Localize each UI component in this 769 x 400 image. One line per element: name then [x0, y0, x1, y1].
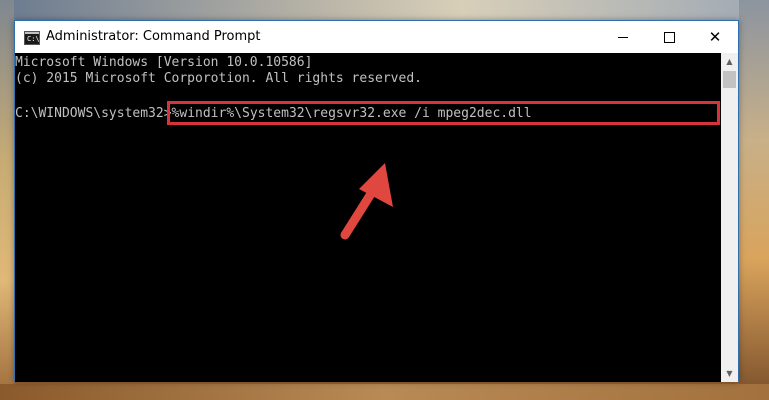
vertical-scrollbar[interactable]: ▲ ▼ — [721, 53, 738, 382]
cmd-icon[interactable]: C:\ — [24, 31, 40, 45]
close-button[interactable]: ✕ — [692, 21, 738, 53]
desktop-wallpaper-top — [0, 0, 769, 20]
pointer-arrow-icon — [340, 163, 393, 240]
desktop-wallpaper-right — [739, 0, 769, 400]
command-highlight-box — [167, 101, 720, 125]
desktop-wallpaper-bottom — [0, 384, 769, 400]
minimize-button[interactable] — [600, 21, 646, 53]
minimize-icon — [618, 36, 628, 38]
console-line-version: Microsoft Windows [Version 10.0.10586] — [15, 55, 313, 70]
scrollbar-thumb[interactable] — [723, 71, 736, 88]
scroll-down-icon[interactable]: ▼ — [721, 365, 738, 382]
close-icon: ✕ — [708, 27, 722, 46]
scroll-up-icon[interactable]: ▲ — [721, 53, 738, 70]
desktop-wallpaper-left — [0, 0, 14, 400]
window-title: Administrator: Command Prompt — [46, 29, 261, 44]
console-line-copyright: (c) 2015 Microsoft Corporotion. All righ… — [15, 71, 422, 86]
console-output[interactable]: Microsoft Windows [Version 10.0.10586] (… — [15, 53, 721, 382]
prompt-text: C:\WINDOWS\system32> — [15, 106, 172, 121]
title-bar[interactable]: C:\ Administrator: Command Prompt ✕ — [15, 21, 738, 53]
command-prompt-window: C:\ Administrator: Command Prompt ✕ Micr… — [14, 20, 739, 382]
maximize-icon — [663, 31, 675, 43]
maximize-button[interactable] — [646, 21, 692, 53]
